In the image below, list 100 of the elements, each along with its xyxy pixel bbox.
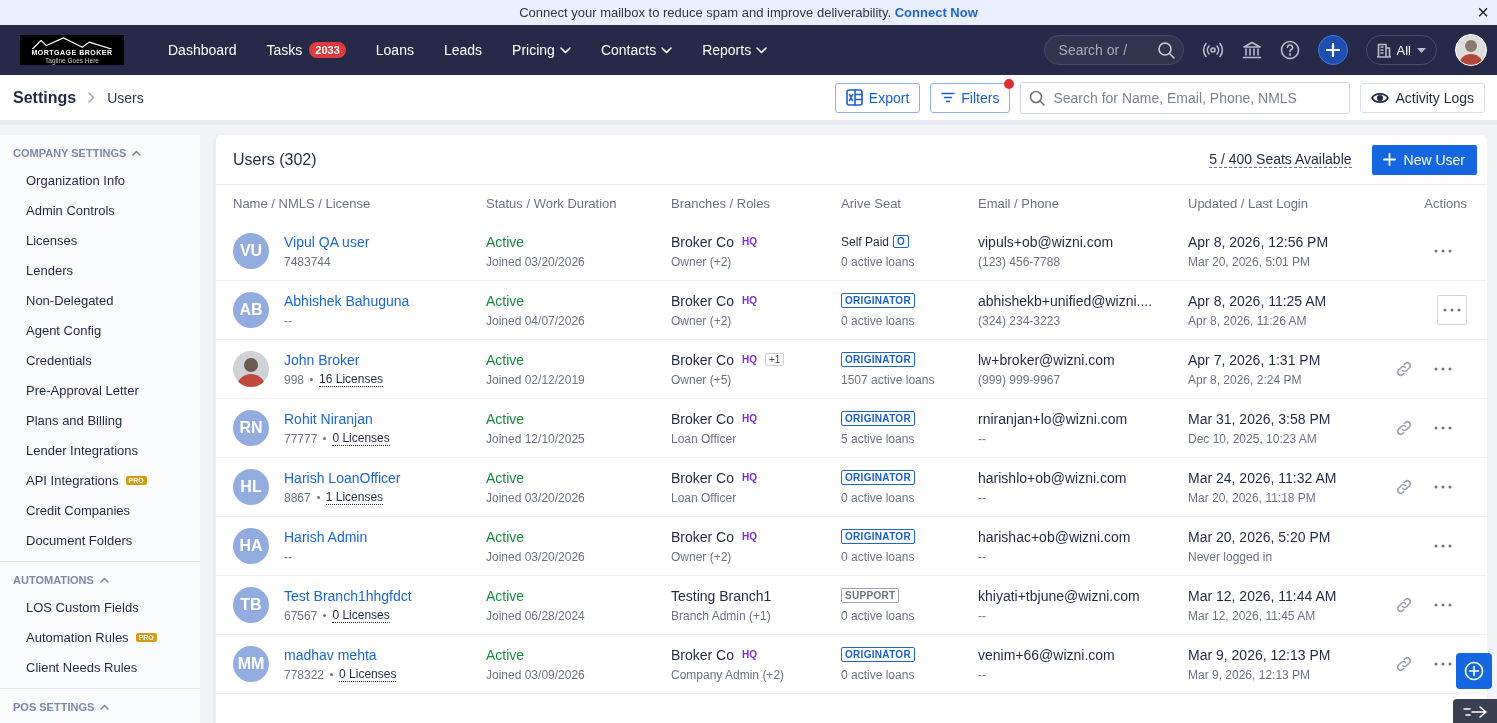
users-title: Users (302) (233, 150, 317, 169)
sidebar-item[interactable]: Agent Config (0, 315, 200, 345)
activity-logs-button[interactable]: Activity Logs (1360, 82, 1485, 113)
last-login-text: Mar 20, 2026, 11:18 PM (1188, 490, 1316, 505)
sidebar-item[interactable]: Client Needs Rules (0, 652, 200, 682)
phone-text: (123) 456-7788 (978, 254, 1061, 269)
licenses-link[interactable]: 0 Licenses (339, 667, 397, 682)
search-field[interactable]: Search for Name, Email, Phone, NMLS (1020, 81, 1351, 114)
sidebar-item[interactable]: Non-Delegated (0, 285, 200, 315)
joined-date: Joined 02/12/2019 (486, 372, 585, 387)
avatar: TB (233, 587, 269, 623)
joined-date: Joined 03/20/2026 (486, 549, 585, 564)
search-icon (1029, 89, 1046, 106)
role-text: Loan Officer (671, 432, 737, 446)
user-name-link[interactable]: Test Branch1hhgfdct (284, 587, 412, 604)
link-icon[interactable] (1395, 655, 1413, 673)
nav-link[interactable]: Reports (702, 42, 768, 58)
connect-link[interactable]: Connect Now (894, 5, 978, 20)
sidebar-item[interactable]: Lenders (0, 255, 200, 285)
eye-icon (1371, 91, 1390, 104)
plus-icon (1382, 153, 1396, 166)
seat-tag: ORIGINATOR (841, 529, 915, 544)
role-text: Owner (+5) (671, 373, 732, 387)
collapse-button[interactable] (1453, 699, 1497, 723)
role-text: Loan Officer (671, 491, 737, 505)
last-login-text: Dec 10, 2025, 10:23 AM (1188, 431, 1317, 446)
nmls-number: 77777 (284, 431, 318, 446)
sidebar-item[interactable]: LOS Custom Fields (0, 592, 200, 622)
branch-name: Broker Co (671, 351, 735, 368)
hq-tag: HQ (742, 295, 758, 306)
status-text: Active (486, 528, 525, 545)
nmls-number: -- (284, 549, 292, 564)
seat-tag: ORIGINATOR (841, 470, 915, 485)
nav-link[interactable]: Pricing (512, 42, 571, 58)
nav-link[interactable]: Contacts (600, 42, 673, 58)
status-text: Active (486, 469, 525, 486)
nav-link[interactable]: Loans (375, 42, 414, 58)
help-icon[interactable] (1279, 40, 1300, 60)
user-name-link[interactable]: madhav mehta (284, 646, 377, 663)
status-text: Active (486, 410, 525, 427)
export-button[interactable]: Export (834, 82, 921, 113)
add-floating-button[interactable] (1456, 653, 1492, 689)
hq-tag: HQ (742, 649, 758, 660)
nav-link[interactable]: Leads (443, 42, 483, 58)
phone-text: -- (978, 431, 986, 446)
sidebar-item[interactable]: Credentials (0, 345, 200, 375)
link-icon[interactable] (1395, 360, 1413, 378)
licenses-link[interactable]: 16 Licenses (319, 372, 384, 387)
active-loans-text: 0 active loans (841, 609, 915, 623)
nmls-number: 778322 (284, 667, 325, 682)
broadcast-icon[interactable] (1201, 42, 1224, 58)
column-header: Name / NMLS / License (233, 196, 372, 211)
user-name-link[interactable]: Rohit Niranjan (284, 410, 373, 427)
chevron-right-icon (88, 92, 96, 103)
filter-lines-icon (941, 92, 956, 103)
licenses-link[interactable]: 0 Licenses (332, 608, 390, 623)
nav-link[interactable]: Dashboard (168, 42, 237, 58)
global-search-field[interactable]: Search or / (1043, 35, 1184, 65)
phone-text: (999) 999-9967 (978, 372, 1061, 387)
sidebar-item[interactable]: Licenses (0, 225, 200, 255)
user-name-link[interactable]: Vipul QA user (284, 233, 370, 250)
bank-icon[interactable] (1241, 41, 1262, 59)
sidebar-item[interactable]: Document Folders (0, 525, 200, 555)
sidebar-item[interactable]: Admin Controls (0, 195, 200, 225)
close-button[interactable]: × (1473, 2, 1493, 22)
joined-date: Joined 04/07/2026 (486, 313, 585, 328)
sidebar-item[interactable]: Credit Companies (0, 495, 200, 525)
ellipsis-icon (1434, 485, 1452, 489)
link-icon[interactable] (1395, 478, 1413, 496)
sidebar-item[interactable]: Organization Info (0, 165, 200, 195)
add-button[interactable] (1317, 35, 1348, 65)
breadcrumb-link[interactable]: Settings (13, 88, 77, 107)
hq-tag: HQ (742, 236, 758, 247)
licenses-link[interactable]: 0 Licenses (332, 431, 390, 446)
link-icon[interactable] (1395, 419, 1413, 437)
email-text: rniranjan+lo@wizni.com (978, 410, 1128, 427)
ellipsis-icon (1434, 249, 1452, 253)
avatar: AB (233, 292, 269, 328)
new-user-button[interactable]: New User (1371, 144, 1477, 175)
sidebar-item[interactable]: Lender Integrations (0, 435, 200, 465)
plus-icon (1325, 43, 1340, 57)
user-name-link[interactable]: Harish LoanOfficer (284, 469, 401, 486)
branch-name: Testing Branch1 (671, 587, 772, 604)
status-text: Active (486, 351, 525, 368)
updated-date: Mar 20, 2026, 5:20 PM (1188, 528, 1331, 545)
sidebar-item[interactable]: Plans and Billing (0, 405, 200, 435)
user-name-link[interactable]: Harish Admin (284, 528, 368, 545)
user-name-link[interactable]: Abhishek Bahuguna (284, 292, 410, 309)
nav-link[interactable]: Tasks 2033 (266, 42, 346, 58)
seats-link[interactable]: 5 / 400 Seats Available (1209, 151, 1352, 168)
seat-tag: SUPPORT (841, 588, 900, 603)
search-icon (1156, 41, 1175, 59)
link-icon[interactable] (1395, 596, 1413, 614)
user-name-link[interactable]: John Broker (284, 351, 360, 368)
licenses-link[interactable]: 1 Licenses (325, 490, 384, 505)
seat-text: Self Paid (841, 234, 890, 249)
role-text: Owner (+2) (671, 255, 732, 269)
sidebar-item[interactable]: Pre-Approval Letter (0, 375, 200, 405)
filters-button[interactable]: Filters (930, 82, 1011, 113)
status-text: Active (486, 292, 525, 309)
